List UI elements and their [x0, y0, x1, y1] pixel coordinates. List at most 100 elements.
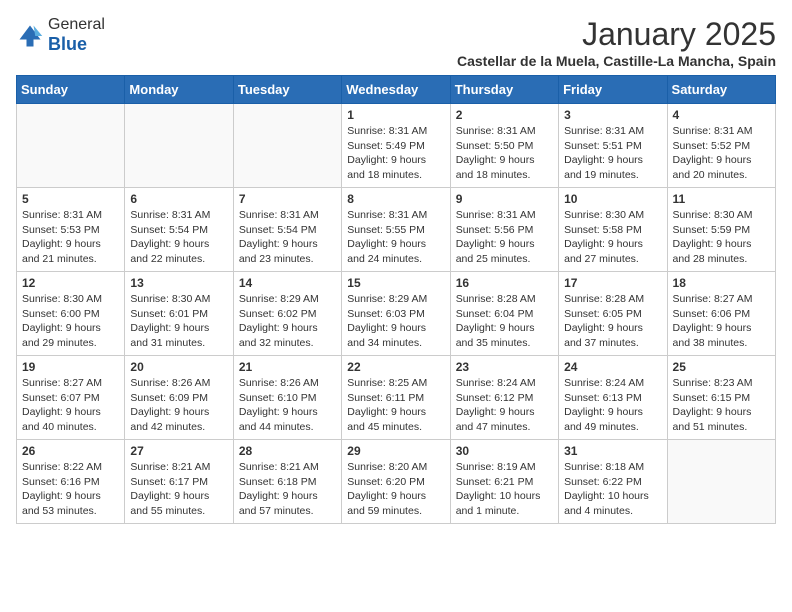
- day-number: 3: [564, 108, 661, 122]
- calendar-cell: 9Sunrise: 8:31 AM Sunset: 5:56 PM Daylig…: [450, 188, 558, 272]
- day-info: Sunrise: 8:24 AM Sunset: 6:12 PM Dayligh…: [456, 376, 553, 435]
- day-info: Sunrise: 8:31 AM Sunset: 5:52 PM Dayligh…: [673, 124, 770, 183]
- day-info: Sunrise: 8:31 AM Sunset: 5:51 PM Dayligh…: [564, 124, 661, 183]
- calendar-cell: 11Sunrise: 8:30 AM Sunset: 5:59 PM Dayli…: [667, 188, 775, 272]
- calendar-cell: 22Sunrise: 8:25 AM Sunset: 6:11 PM Dayli…: [342, 356, 450, 440]
- day-info: Sunrise: 8:31 AM Sunset: 5:56 PM Dayligh…: [456, 208, 553, 267]
- calendar-cell: 10 Sunrise: 8:30 AM Sunset: 5:58 PM Dayli…: [559, 188, 667, 272]
- logo: General Blue: [16, 16, 105, 55]
- calendar-cell: 3 Sunrise: 8:31 AM Sunset: 5:51 PM Daylig…: [559, 104, 667, 188]
- calendar-cell: 5 Sunrise: 8:31 AM Sunset: 5:53 PM Daylig…: [17, 188, 125, 272]
- calendar-cell: 29 Sunrise: 8:20 AM Sunset: 6:20 PM Dayli…: [342, 440, 450, 524]
- calendar-cell: 18 Sunrise: 8:27 AM Sunset: 6:06 PM Dayli…: [667, 272, 775, 356]
- calendar-cell: 30Sunrise: 8:19 AM Sunset: 6:21 PM Dayli…: [450, 440, 558, 524]
- col-header-friday: Friday: [559, 76, 667, 104]
- col-header-sunday: Sunday: [17, 76, 125, 104]
- calendar-cell: 12 Sunrise: 8:30 AM Sunset: 6:00 PM Dayli…: [17, 272, 125, 356]
- day-number: 23: [456, 360, 553, 374]
- logo-text-blue: Blue: [48, 34, 105, 55]
- day-number: 13: [130, 276, 227, 290]
- calendar-cell: 26 Sunrise: 8:22 AM Sunset: 6:16 PM Dayli…: [17, 440, 125, 524]
- day-number: 20: [130, 360, 227, 374]
- day-number: 5: [22, 192, 119, 206]
- day-info: Sunrise: 8:21 AM Sunset: 6:17 PM Dayligh…: [130, 460, 227, 519]
- day-number: 10: [564, 192, 661, 206]
- day-number: 18: [673, 276, 770, 290]
- calendar-cell: 15 Sunrise: 8:29 AM Sunset: 6:03 PM Dayli…: [342, 272, 450, 356]
- day-number: 7: [239, 192, 336, 206]
- day-info: Sunrise: 8:18 AM Sunset: 6:22 PM Dayligh…: [564, 460, 661, 519]
- calendar-cell: 7Sunrise: 8:31 AM Sunset: 5:54 PM Daylig…: [233, 188, 341, 272]
- col-header-wednesday: Wednesday: [342, 76, 450, 104]
- day-number: 26: [22, 444, 119, 458]
- main-title: January 2025: [457, 16, 776, 53]
- calendar-cell: [125, 104, 233, 188]
- day-info: Sunrise: 8:25 AM Sunset: 6:11 PM Dayligh…: [347, 376, 444, 435]
- logo-icon: [16, 22, 44, 50]
- calendar-cell: 4 Sunrise: 8:31 AM Sunset: 5:52 PM Daylig…: [667, 104, 775, 188]
- day-number: 25: [673, 360, 770, 374]
- day-info: Sunrise: 8:30 AM Sunset: 6:01 PM Dayligh…: [130, 292, 227, 351]
- day-info: Sunrise: 8:29 AM Sunset: 6:02 PM Dayligh…: [239, 292, 336, 351]
- day-info: Sunrise: 8:26 AM Sunset: 6:09 PM Dayligh…: [130, 376, 227, 435]
- day-number: 15: [347, 276, 444, 290]
- calendar-cell: 23 Sunrise: 8:24 AM Sunset: 6:12 PM Dayli…: [450, 356, 558, 440]
- day-info: Sunrise: 8:30 AM Sunset: 6:00 PM Dayligh…: [22, 292, 119, 351]
- day-number: 24: [564, 360, 661, 374]
- day-number: 27: [130, 444, 227, 458]
- calendar-header-row: SundayMondayTuesdayWednesdayThursdayFrid…: [17, 76, 776, 104]
- day-info: Sunrise: 8:28 AM Sunset: 6:04 PM Dayligh…: [456, 292, 553, 351]
- calendar-cell: 2 Sunrise: 8:31 AM Sunset: 5:50 PM Daylig…: [450, 104, 558, 188]
- day-info: Sunrise: 8:22 AM Sunset: 6:16 PM Dayligh…: [22, 460, 119, 519]
- page-header: General Blue January 2025 Castellar de l…: [16, 16, 776, 69]
- calendar-cell: 27 Sunrise: 8:21 AM Sunset: 6:17 PM Dayli…: [125, 440, 233, 524]
- calendar-table: SundayMondayTuesdayWednesdayThursdayFrid…: [16, 75, 776, 524]
- calendar-cell: 8 Sunrise: 8:31 AM Sunset: 5:55 PM Daylig…: [342, 188, 450, 272]
- day-info: Sunrise: 8:27 AM Sunset: 6:06 PM Dayligh…: [673, 292, 770, 351]
- calendar-cell: 6Sunrise: 8:31 AM Sunset: 5:54 PM Daylig…: [125, 188, 233, 272]
- day-info: Sunrise: 8:21 AM Sunset: 6:18 PM Dayligh…: [239, 460, 336, 519]
- day-number: 8: [347, 192, 444, 206]
- calendar-cell: [233, 104, 341, 188]
- col-header-tuesday: Tuesday: [233, 76, 341, 104]
- week-row-3: 12 Sunrise: 8:30 AM Sunset: 6:00 PM Dayli…: [17, 272, 776, 356]
- day-number: 2: [456, 108, 553, 122]
- calendar-cell: 19Sunrise: 8:27 AM Sunset: 6:07 PM Dayli…: [17, 356, 125, 440]
- calendar-cell: 24Sunrise: 8:24 AM Sunset: 6:13 PM Dayli…: [559, 356, 667, 440]
- calendar-cell: 21 Sunrise: 8:26 AM Sunset: 6:10 PM Dayli…: [233, 356, 341, 440]
- calendar-cell: 1Sunrise: 8:31 AM Sunset: 5:49 PM Daylig…: [342, 104, 450, 188]
- calendar-cell: 17 Sunrise: 8:28 AM Sunset: 6:05 PM Dayli…: [559, 272, 667, 356]
- day-info: Sunrise: 8:30 AM Sunset: 5:59 PM Dayligh…: [673, 208, 770, 267]
- day-info: Sunrise: 8:31 AM Sunset: 5:54 PM Dayligh…: [130, 208, 227, 267]
- day-number: 14: [239, 276, 336, 290]
- logo-text-general: General: [48, 16, 105, 34]
- title-block: January 2025 Castellar de la Muela, Cast…: [457, 16, 776, 69]
- day-info: Sunrise: 8:31 AM Sunset: 5:53 PM Dayligh…: [22, 208, 119, 267]
- col-header-saturday: Saturday: [667, 76, 775, 104]
- week-row-1: 1Sunrise: 8:31 AM Sunset: 5:49 PM Daylig…: [17, 104, 776, 188]
- week-row-5: 26 Sunrise: 8:22 AM Sunset: 6:16 PM Dayli…: [17, 440, 776, 524]
- calendar-cell: 31Sunrise: 8:18 AM Sunset: 6:22 PM Dayli…: [559, 440, 667, 524]
- day-info: Sunrise: 8:28 AM Sunset: 6:05 PM Dayligh…: [564, 292, 661, 351]
- day-info: Sunrise: 8:20 AM Sunset: 6:20 PM Dayligh…: [347, 460, 444, 519]
- week-row-4: 19Sunrise: 8:27 AM Sunset: 6:07 PM Dayli…: [17, 356, 776, 440]
- day-number: 21: [239, 360, 336, 374]
- calendar-cell: [667, 440, 775, 524]
- calendar-cell: 20 Sunrise: 8:26 AM Sunset: 6:09 PM Dayli…: [125, 356, 233, 440]
- calendar-cell: 28Sunrise: 8:21 AM Sunset: 6:18 PM Dayli…: [233, 440, 341, 524]
- day-number: 29: [347, 444, 444, 458]
- day-info: Sunrise: 8:31 AM Sunset: 5:50 PM Dayligh…: [456, 124, 553, 183]
- col-header-monday: Monday: [125, 76, 233, 104]
- day-info: Sunrise: 8:30 AM Sunset: 5:58 PM Dayligh…: [564, 208, 661, 267]
- subtitle: Castellar de la Muela, Castille-La Manch…: [457, 53, 776, 69]
- day-number: 12: [22, 276, 119, 290]
- day-number: 4: [673, 108, 770, 122]
- day-number: 19: [22, 360, 119, 374]
- day-info: Sunrise: 8:26 AM Sunset: 6:10 PM Dayligh…: [239, 376, 336, 435]
- day-number: 16: [456, 276, 553, 290]
- day-number: 17: [564, 276, 661, 290]
- day-info: Sunrise: 8:29 AM Sunset: 6:03 PM Dayligh…: [347, 292, 444, 351]
- day-info: Sunrise: 8:31 AM Sunset: 5:55 PM Dayligh…: [347, 208, 444, 267]
- calendar-cell: 14 Sunrise: 8:29 AM Sunset: 6:02 PM Dayli…: [233, 272, 341, 356]
- calendar-cell: [17, 104, 125, 188]
